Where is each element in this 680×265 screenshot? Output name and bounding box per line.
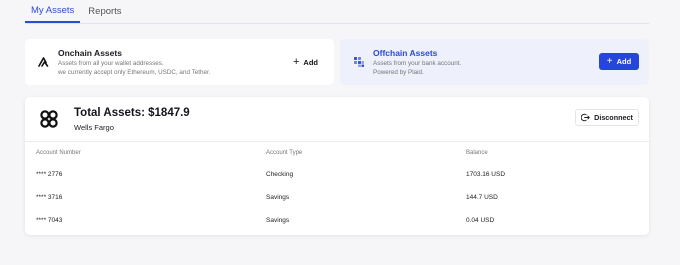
account-number: **** 7043	[36, 217, 63, 224]
onchain-assets-card: Onchain Assets Assets from all your wall…	[25, 39, 334, 85]
account-balance: 144.7 USD	[466, 194, 498, 201]
account-number: **** 2776	[36, 171, 63, 178]
add-offchain-label: Add	[616, 57, 632, 66]
table-row: **** 7043 Savings 0.04 USD	[25, 210, 649, 232]
offchain-desc-line1: Assets from your bank account.	[373, 60, 462, 67]
plus-icon: +	[606, 56, 613, 67]
tab-my-assets[interactable]: My Assets	[25, 0, 81, 23]
wallet-chevron-icon	[38, 57, 49, 67]
column-header-account-number: Account Number	[36, 150, 81, 156]
onchain-description: Assets from all your wallet addresses. w…	[58, 60, 278, 77]
disconnect-button[interactable]: Disconnect	[575, 109, 639, 126]
logout-icon	[581, 113, 590, 122]
tab-reports[interactable]: Reports	[82, 0, 127, 23]
add-onchain-label: Add	[303, 57, 318, 67]
offchain-assets-card: Offchain Assets Assets from your bank ac…	[340, 39, 649, 85]
disconnect-label: Disconnect	[594, 113, 633, 122]
total-assets: Total Assets: $1847.9	[74, 107, 190, 119]
account-type: Savings	[266, 217, 290, 224]
bank-account-card: Total Assets: $1847.9 Wells Fargo Discon…	[25, 97, 649, 235]
account-balance: 1703.16 USD	[466, 171, 506, 178]
bank-logo-icon	[40, 110, 58, 128]
table-row: **** 2776 Checking 1703.16 USD	[25, 164, 649, 186]
offchain-title: Offchain Assets	[373, 48, 438, 58]
tab-bar: My Assets Reports	[25, 0, 649, 24]
add-offchain-button[interactable]: + Add	[599, 53, 639, 70]
onchain-desc-line1: Assets from all your wallet addresses.	[58, 60, 164, 67]
add-onchain-button[interactable]: + Add	[293, 55, 318, 69]
column-header-balance: Balance	[466, 150, 488, 156]
account-type: Savings	[266, 194, 290, 201]
onchain-desc-line2: we currently accept only Ethereum, USDC,…	[58, 68, 211, 76]
table-row: **** 3716 Savings 144.7 USD	[25, 187, 649, 209]
onchain-title: Onchain Assets	[58, 48, 122, 58]
account-type: Checking	[266, 171, 294, 178]
account-balance: 0.04 USD	[466, 217, 495, 224]
offchain-desc-line2: Powered by Plaid.	[373, 68, 424, 76]
plus-icon: +	[292, 56, 300, 68]
column-header-account-type: Account Type	[266, 150, 303, 156]
offchain-description: Assets from your bank account. Powered b…	[373, 60, 593, 77]
account-number: **** 3716	[36, 194, 63, 201]
bank-name: Wells Fargo	[74, 123, 114, 132]
divider	[25, 141, 649, 142]
plaid-icon	[354, 57, 364, 67]
